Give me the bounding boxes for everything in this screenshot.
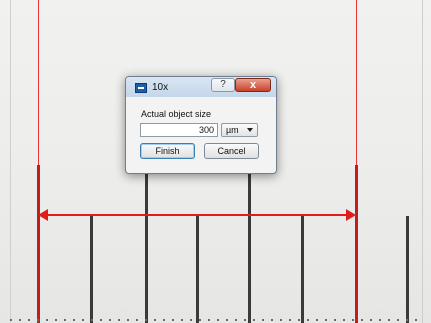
finish-button[interactable]: Finish — [140, 143, 195, 159]
cancel-button[interactable]: Cancel — [204, 143, 259, 159]
help-button[interactable]: ? — [211, 78, 235, 92]
object-size-input[interactable]: 300 — [140, 123, 218, 137]
ruler-tick-5 — [301, 216, 304, 323]
chevron-down-icon — [247, 128, 253, 132]
dialog-title: 10x — [152, 82, 169, 93]
calibration-dialog: 10x ? x Actual object size 300 µm Finish… — [125, 76, 277, 174]
unit-select-value: µm — [226, 125, 239, 135]
close-button[interactable]: x — [235, 78, 271, 92]
ruler-baseline — [10, 319, 423, 321]
unit-select[interactable]: µm — [221, 123, 258, 137]
ruler-tick-0 — [37, 165, 40, 323]
dialog-title-bar[interactable]: 10x ? x — [126, 77, 276, 97]
object-size-label: Actual object size — [141, 109, 212, 119]
ruler-tick-7 — [406, 216, 409, 323]
ruler-tick-3 — [196, 216, 199, 323]
ruler-tick-1 — [90, 216, 93, 323]
measurement-line[interactable] — [46, 214, 348, 216]
measure-arrow-right-icon — [346, 209, 356, 221]
app-window-icon — [135, 83, 147, 93]
ruler-tick-2 — [145, 170, 148, 323]
ruler-tick-6 — [355, 165, 358, 323]
ruler-tick-4 — [248, 172, 251, 323]
